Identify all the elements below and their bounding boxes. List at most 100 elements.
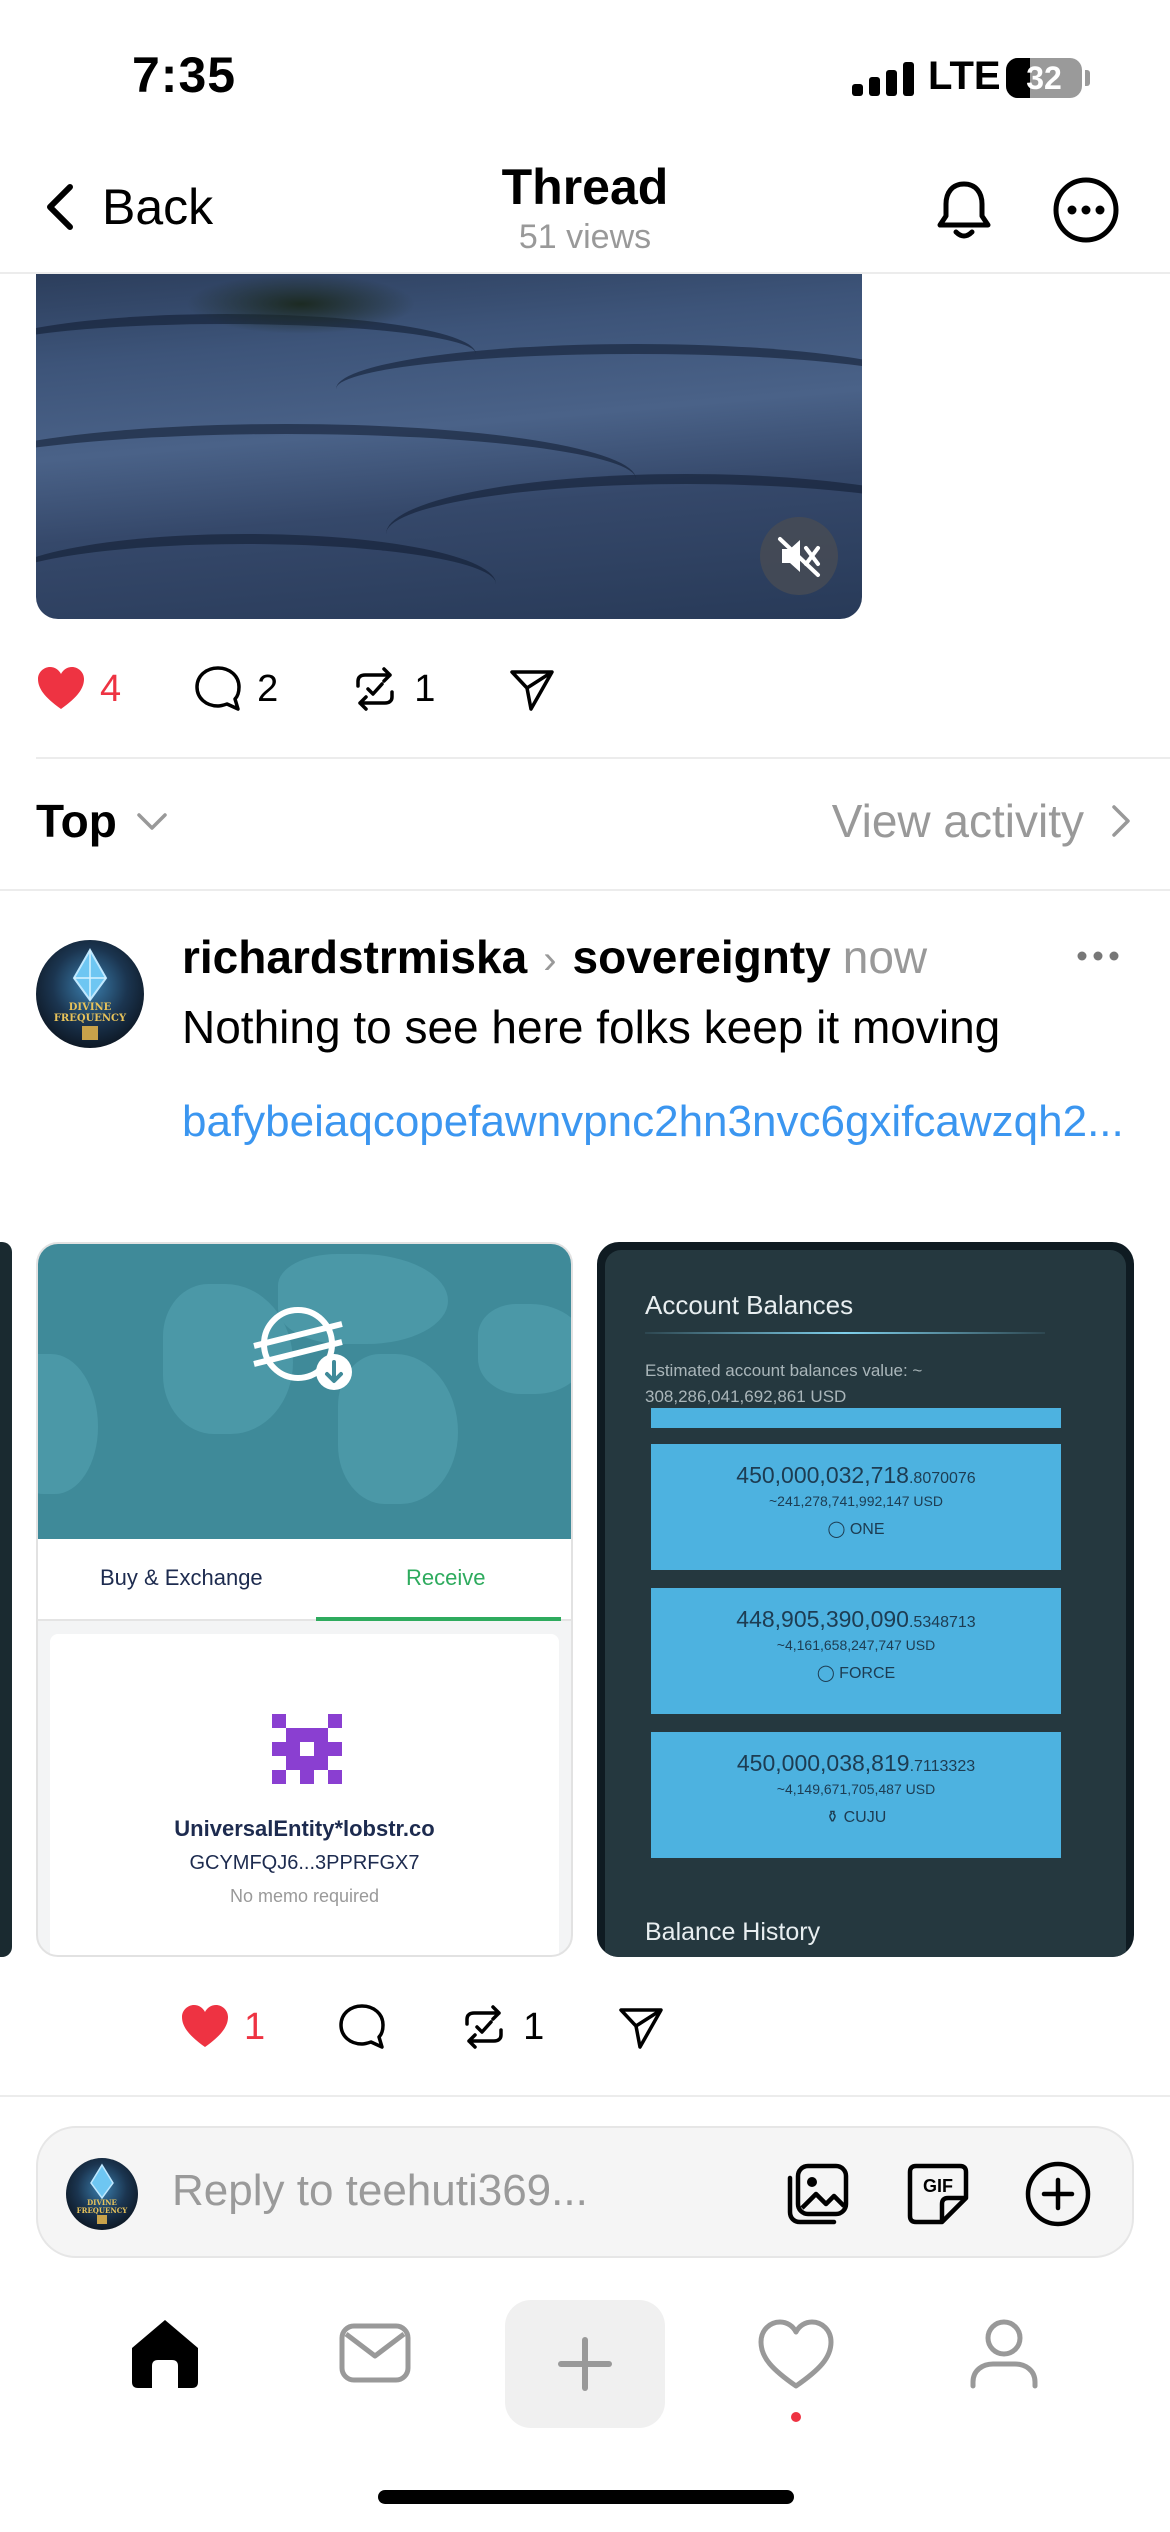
like-count: 1: [244, 2005, 266, 2048]
back-button[interactable]: Back: [40, 178, 213, 236]
like-button[interactable]: 4: [36, 664, 121, 714]
heart-filled-icon: [182, 2005, 228, 2047]
avatar: DIVINE FREQUENCY: [66, 2158, 138, 2230]
back-label: Back: [102, 179, 214, 235]
map-continent: [38, 1354, 98, 1494]
reply-button[interactable]: 2: [193, 664, 278, 714]
reply-post-actions: 1 1: [180, 2002, 666, 2052]
like-button[interactable]: 1: [180, 2002, 265, 2052]
gif-icon[interactable]: GIF: [902, 2158, 974, 2230]
balance-card: 450,000,038,819.7113323 ~4,149,671,705,4…: [651, 1732, 1061, 1858]
plus-icon: [558, 2337, 612, 2391]
crystal-icon: [72, 947, 108, 1040]
home-icon[interactable]: [122, 2310, 208, 2396]
more-horizontal-icon[interactable]: [1074, 946, 1122, 966]
repost-icon: [465, 2005, 503, 2049]
stellar-download-icon: [253, 1307, 352, 1390]
new-post-button[interactable]: [505, 2300, 665, 2428]
share-button[interactable]: [616, 2002, 666, 2052]
estimate-label: Estimated account balances value: ~: [645, 1361, 923, 1380]
identicon-icon: [272, 1714, 342, 1784]
repost-icon: [356, 667, 395, 711]
post-actions: 4 2 1: [36, 664, 557, 714]
video-wave: [336, 344, 862, 434]
title-underline: [645, 1332, 1045, 1334]
balance-decimals: .7113323: [909, 1758, 976, 1775]
repost-button[interactable]: 1: [459, 2002, 544, 2052]
post-link[interactable]: bafybeiaqcopefawnvpnc2hn3nvc6gxifcawzqh2…: [182, 1090, 1132, 1154]
video-foliage: [186, 274, 416, 334]
heart-icon[interactable]: [753, 2310, 839, 2396]
token-icon: ⚱: [825, 1809, 840, 1826]
wallet-tabs: Buy & Exchange Receive: [38, 1539, 571, 1621]
token-name: ONE: [849, 1521, 885, 1538]
gallery-icon[interactable]: [782, 2158, 854, 2230]
repost-count: 1: [523, 2005, 545, 2048]
balance-usd: ~4,161,658,247,747 USD: [776, 1637, 936, 1653]
heart-filled-icon: [38, 667, 84, 709]
balance-decimals: .8070076: [908, 1470, 976, 1487]
profile-icon[interactable]: [961, 2310, 1047, 2396]
receive-card: UniversalEntity*lobstr.co GCYMFQJ6...3PP…: [50, 1634, 559, 1955]
balance-amount: 450,000,032,718: [736, 1462, 909, 1488]
memo-note: No memo required: [229, 1886, 380, 1906]
reply-input[interactable]: Reply to teehuti369...: [172, 2166, 588, 2216]
mute-button[interactable]: [760, 517, 838, 595]
balance-usd: ~241,278,741,992,147 USD: [769, 1493, 943, 1509]
comment-icon: [195, 666, 241, 711]
community-name[interactable]: sovereignty: [573, 930, 831, 984]
world-map-banner: [38, 1244, 571, 1539]
chevron-left-icon: [47, 184, 73, 230]
token-icon: ◯: [816, 1665, 835, 1682]
crystal-icon: [90, 2163, 114, 2224]
send-icon: [510, 670, 555, 711]
add-circle-icon[interactable]: [1022, 2158, 1094, 2230]
post-video[interactable]: [36, 274, 862, 619]
divider: [0, 889, 1170, 891]
balance-amount: 450,000,038,819: [736, 1750, 910, 1776]
more-options-icon[interactable]: [1050, 174, 1122, 246]
repost-button[interactable]: 1: [350, 664, 435, 714]
comment-icon: [339, 2004, 385, 2049]
repost-count: 1: [414, 667, 436, 710]
reply-composer[interactable]: DIVINE FREQUENCY Reply to teehuti369... …: [36, 2126, 1134, 2258]
divider: [0, 2095, 1170, 2097]
prev-media-edge[interactable]: [0, 1242, 12, 1957]
bottom-nav: [0, 2290, 1170, 2440]
media-image-balances[interactable]: Account Balances Estimated account balan…: [597, 1242, 1134, 1957]
balance-history-label: Balance History: [645, 1918, 821, 1946]
media-image-wallet[interactable]: Buy & Exchange Receive UniversalEntity*l…: [36, 1242, 573, 1957]
inbox-icon[interactable]: [332, 2310, 418, 2396]
send-icon: [619, 2008, 664, 2049]
sort-dropdown[interactable]: Top: [36, 794, 171, 848]
bell-icon[interactable]: [928, 174, 1000, 246]
divider: [36, 757, 1170, 759]
views-count: 51 views: [518, 218, 652, 256]
estimate-block: Estimated account balances value: ~ 308,…: [645, 1358, 1005, 1410]
chevron-right-icon: ›: [543, 938, 557, 982]
tab-buy-exchange: Buy & Exchange: [100, 1565, 263, 1590]
sort-label: Top: [36, 795, 117, 847]
thread-header: Back Thread 51 views: [0, 150, 1170, 274]
home-indicator: [378, 2490, 794, 2504]
svg-text:GIF: GIF: [923, 2176, 953, 2196]
tab-receive: Receive: [406, 1565, 486, 1590]
speaker-muted-icon: [778, 537, 820, 577]
avatar[interactable]: DIVINE FREQUENCY: [36, 940, 144, 1048]
token-name: FORCE: [839, 1665, 896, 1682]
share-button[interactable]: [507, 664, 557, 714]
page-title: Thread: [501, 159, 669, 215]
balance-strip: [651, 1408, 1061, 1428]
reply-button[interactable]: [337, 2002, 387, 2052]
token-name: CUJU: [843, 1809, 887, 1826]
view-activity-link[interactable]: View activity: [832, 794, 1134, 848]
balance-usd: ~4,149,671,705,487 USD: [776, 1781, 936, 1797]
chevron-right-icon: [1112, 805, 1130, 837]
balance-amount: 448,905,390,090: [736, 1606, 909, 1632]
balance-card: 448,905,390,090.5348713 ~4,161,658,247,7…: [651, 1588, 1061, 1714]
signal-icon: [852, 62, 916, 96]
token-icon: ◯: [827, 1521, 846, 1538]
username[interactable]: richardstrmiska: [182, 930, 527, 984]
post-header: richardstrmiska › sovereignty now: [182, 930, 927, 984]
title-block: Thread 51 views: [385, 158, 785, 257]
